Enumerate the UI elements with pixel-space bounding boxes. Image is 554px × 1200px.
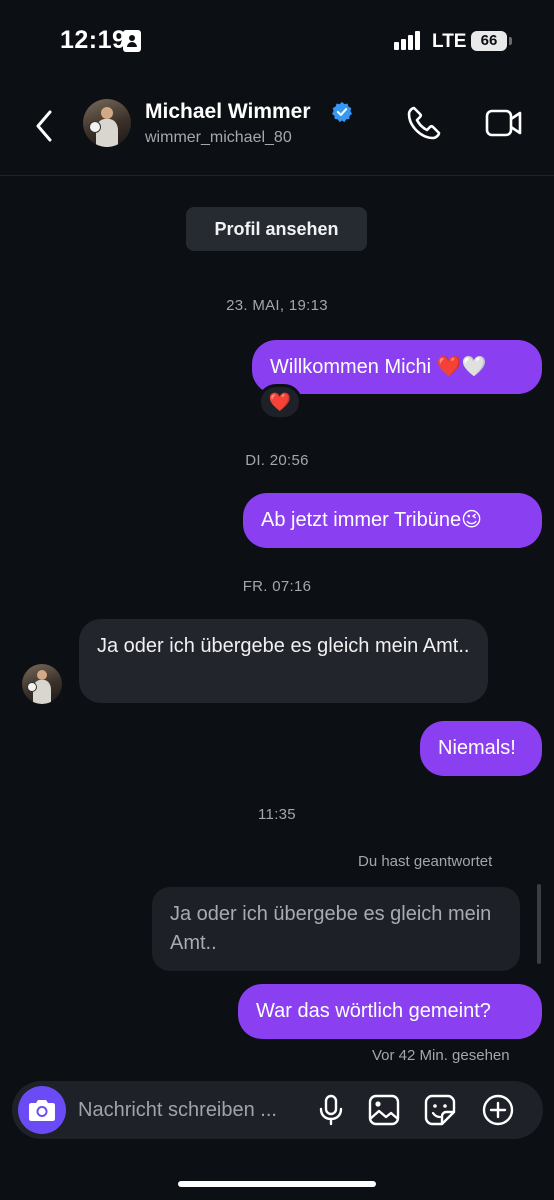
view-profile-button[interactable]: Profil ansehen [186,207,367,251]
battery-level: 66 [480,32,498,49]
seen-status: Vor 42 Min. gesehen [372,1047,510,1064]
message-reaction[interactable]: ❤️ [258,384,302,420]
chat-header: Michael Wimmer wimmer_michael_80 [0,88,554,176]
outgoing-message[interactable]: Willkommen Michi ❤️🤍 [252,340,542,394]
contact-handle: wimmer_michael_80 [145,129,292,146]
outgoing-message[interactable]: War das wörtlich gemeint? [238,984,542,1039]
status-time: 12:19 [60,26,127,54]
reaction-emoji: ❤️ [268,392,292,412]
home-indicator[interactable] [178,1181,376,1187]
phone-icon[interactable] [405,104,443,142]
timestamp: DI. 20:56 [245,452,309,469]
image-icon[interactable] [366,1092,402,1128]
outgoing-message[interactable]: Ab jetzt immer Tribüne😉 [243,493,542,548]
message-composer [12,1081,543,1139]
outgoing-message[interactable]: Niemals! [420,721,542,776]
battery-icon: 66 [471,31,507,51]
avatar[interactable] [22,664,62,704]
message-input[interactable] [78,1081,308,1139]
video-camera-icon[interactable] [484,106,524,140]
reply-label: Du hast geantwortet [358,853,493,870]
plus-circle-icon[interactable] [480,1092,516,1128]
sticker-icon[interactable] [422,1092,458,1128]
status-bar: 12:19 LTE 66 [0,0,554,80]
message-thread[interactable]: Profil ansehen 23. MAI, 19:13 Willkommen… [0,177,554,1077]
contact-name[interactable]: Michael Wimmer [145,100,311,124]
avatar[interactable] [83,99,131,147]
timestamp: FR. 07:16 [242,578,312,595]
battery-tip [509,37,512,45]
microphone-icon[interactable] [313,1092,349,1128]
incoming-message[interactable]: Ja oder ich übergebe es gleich mein Amt.… [79,619,488,703]
timestamp: 11:35 [258,806,296,823]
back-arrow-icon[interactable] [30,106,60,146]
verified-badge-icon [332,101,352,123]
camera-icon [29,1100,55,1121]
timestamp: 23. MAI, 19:13 [226,297,328,314]
signal-strength-icon [394,30,422,50]
camera-button[interactable] [18,1086,66,1134]
contact-card-icon [123,30,141,52]
scrollbar[interactable] [537,884,541,964]
network-type: LTE [432,31,467,52]
quoted-message[interactable]: Ja oder ich übergebe es gleich mein Amt.… [152,887,520,971]
